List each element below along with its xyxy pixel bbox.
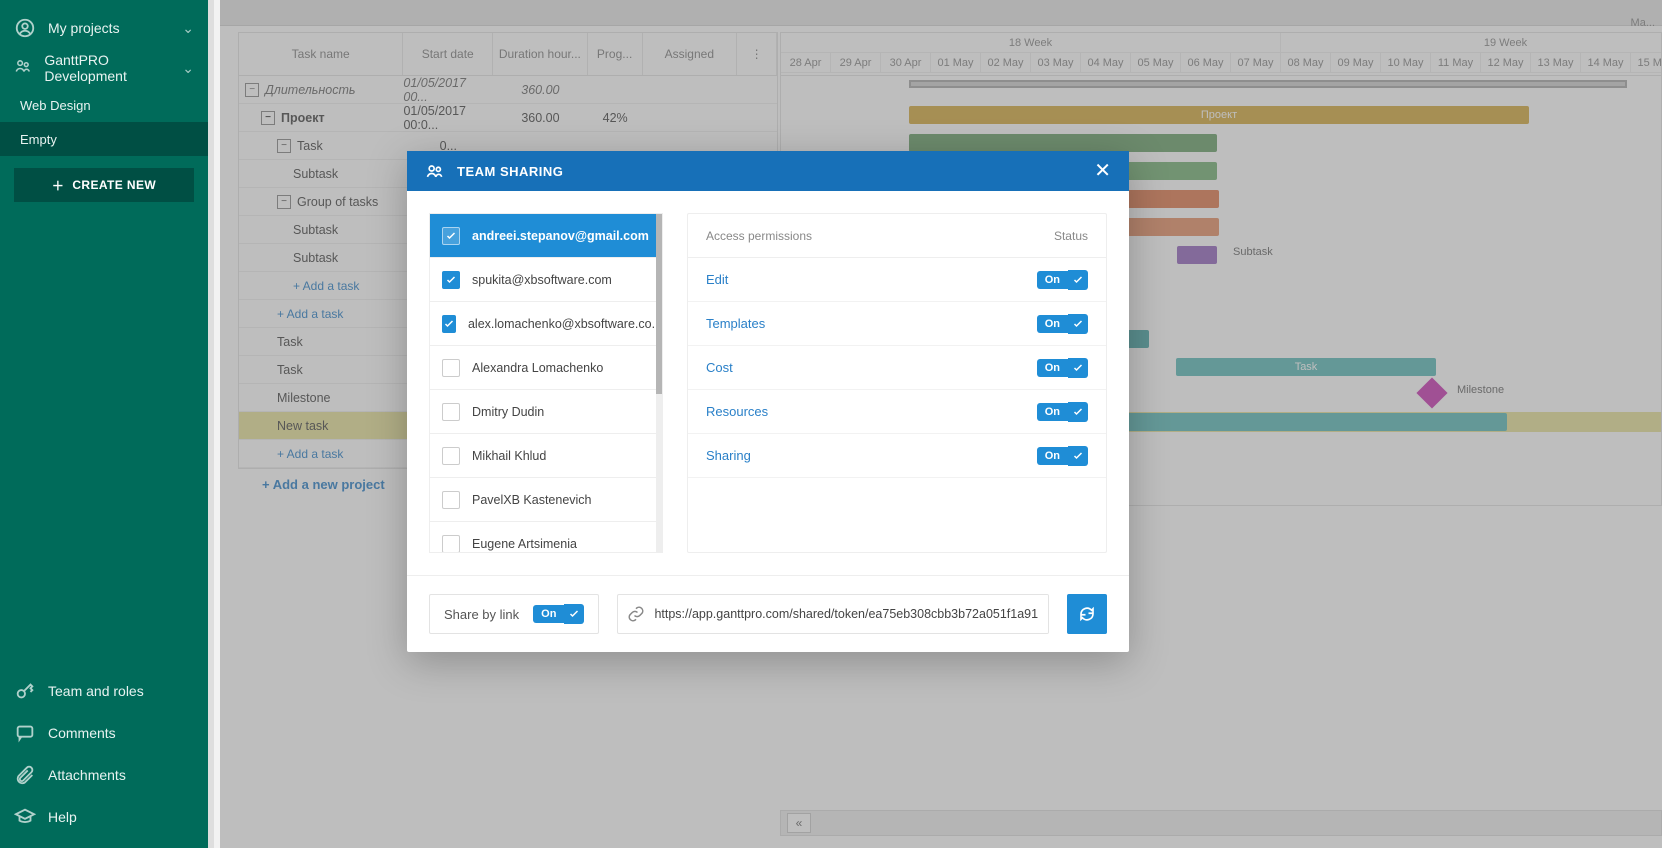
member-email: alex.lomachenko@xbsoftware.co... bbox=[468, 317, 662, 331]
my-projects-row[interactable]: My projects ⌄ bbox=[0, 8, 208, 48]
member-checkbox[interactable] bbox=[442, 403, 460, 421]
nav-comments[interactable]: Comments bbox=[0, 712, 208, 754]
member-email: PavelXB Kastenevich bbox=[472, 493, 592, 507]
permission-toggle[interactable]: On bbox=[1037, 270, 1088, 290]
permission-label: Templates bbox=[706, 316, 765, 331]
permission-row: Resources On bbox=[688, 390, 1106, 434]
sidebar-item-empty[interactable]: Empty bbox=[0, 122, 208, 156]
share-link-field bbox=[617, 594, 1049, 634]
my-projects-label: My projects bbox=[48, 20, 120, 36]
people-icon bbox=[14, 57, 32, 79]
member-item[interactable]: alex.lomachenko@xbsoftware.co... bbox=[430, 302, 662, 346]
permissions-panel: Access permissions Status Edit On Templa… bbox=[687, 213, 1107, 553]
permission-row: Edit On bbox=[688, 258, 1106, 302]
share-link-toggle[interactable]: On bbox=[533, 604, 584, 624]
people-icon bbox=[425, 161, 445, 181]
sidebar: My projects ⌄ GanttPRO Development ⌄ Web… bbox=[0, 0, 214, 848]
nav-attachments[interactable]: Attachments bbox=[0, 754, 208, 796]
workspace-row[interactable]: GanttPRO Development ⌄ bbox=[0, 48, 208, 88]
nav-help[interactable]: Help bbox=[0, 796, 208, 838]
member-email: Dmitry Dudin bbox=[472, 405, 544, 419]
member-item[interactable]: Alexandra Lomachenko bbox=[430, 346, 662, 390]
member-item[interactable]: spukita@xbsoftware.com bbox=[430, 258, 662, 302]
create-new-button[interactable]: ＋ CREATE NEW bbox=[14, 168, 194, 202]
member-item[interactable]: Mikhail Khlud bbox=[430, 434, 662, 478]
permission-row: Cost On bbox=[688, 346, 1106, 390]
member-email: andreei.stepanov@gmail.com bbox=[472, 229, 649, 243]
member-email: Mikhail Khlud bbox=[472, 449, 546, 463]
member-checkbox[interactable] bbox=[442, 315, 456, 333]
permission-label: Sharing bbox=[706, 448, 751, 463]
member-checkbox[interactable] bbox=[442, 491, 460, 509]
chevron-down-icon: ⌄ bbox=[182, 60, 194, 77]
permission-label: Resources bbox=[706, 404, 768, 419]
permission-label: Cost bbox=[706, 360, 733, 375]
chevron-down-icon: ⌄ bbox=[182, 20, 194, 37]
member-checkbox[interactable] bbox=[442, 271, 460, 289]
permission-toggle[interactable]: On bbox=[1037, 446, 1088, 466]
perm-header-status: Status bbox=[1054, 229, 1088, 243]
sidebar-item-web-design[interactable]: Web Design bbox=[0, 88, 208, 122]
close-icon[interactable]: ✕ bbox=[1094, 161, 1111, 181]
permission-toggle[interactable]: On bbox=[1037, 402, 1088, 422]
member-item[interactable]: andreei.stepanov@gmail.com bbox=[430, 214, 662, 258]
comment-icon bbox=[14, 722, 36, 744]
member-item[interactable]: PavelXB Kastenevich bbox=[430, 478, 662, 522]
plus-icon: ＋ bbox=[52, 177, 64, 194]
team-sharing-modal: TEAM SHARING ✕ andreei.stepanov@gmail.co… bbox=[407, 151, 1129, 652]
member-email: spukita@xbsoftware.com bbox=[472, 273, 612, 287]
permission-row: Sharing On bbox=[688, 434, 1106, 478]
paperclip-icon bbox=[14, 764, 36, 786]
member-checkbox[interactable] bbox=[442, 227, 460, 245]
member-item[interactable]: Dmitry Dudin bbox=[430, 390, 662, 434]
member-checkbox[interactable] bbox=[442, 535, 460, 553]
workspace-label: GanttPRO Development bbox=[44, 52, 170, 84]
permission-label: Edit bbox=[706, 272, 728, 287]
member-checkbox[interactable] bbox=[442, 359, 460, 377]
member-email: Eugene Artsimenia bbox=[472, 537, 577, 551]
perm-header-label: Access permissions bbox=[706, 229, 812, 243]
key-icon bbox=[14, 680, 36, 702]
permission-toggle[interactable]: On bbox=[1037, 314, 1088, 334]
share-by-link-label: Share by link bbox=[444, 607, 519, 622]
scrollbar-thumb[interactable] bbox=[656, 214, 662, 394]
link-icon bbox=[618, 605, 654, 623]
share-link-input[interactable] bbox=[654, 595, 1048, 633]
regenerate-link-button[interactable] bbox=[1067, 594, 1107, 634]
modal-header: TEAM SHARING ✕ bbox=[407, 151, 1129, 191]
graduation-icon bbox=[14, 806, 36, 828]
user-circle-icon bbox=[14, 17, 36, 39]
member-checkbox[interactable] bbox=[442, 447, 460, 465]
share-by-link-box: Share by link On bbox=[429, 594, 599, 634]
modal-title: TEAM SHARING bbox=[457, 164, 563, 179]
permission-row: Templates On bbox=[688, 302, 1106, 346]
nav-team-roles[interactable]: Team and roles bbox=[0, 670, 208, 712]
member-email: Alexandra Lomachenko bbox=[472, 361, 603, 375]
members-list: andreei.stepanov@gmail.com spukita@xbsoft… bbox=[429, 213, 663, 553]
permission-toggle[interactable]: On bbox=[1037, 358, 1088, 378]
member-item[interactable]: Eugene Artsimenia bbox=[430, 522, 662, 553]
